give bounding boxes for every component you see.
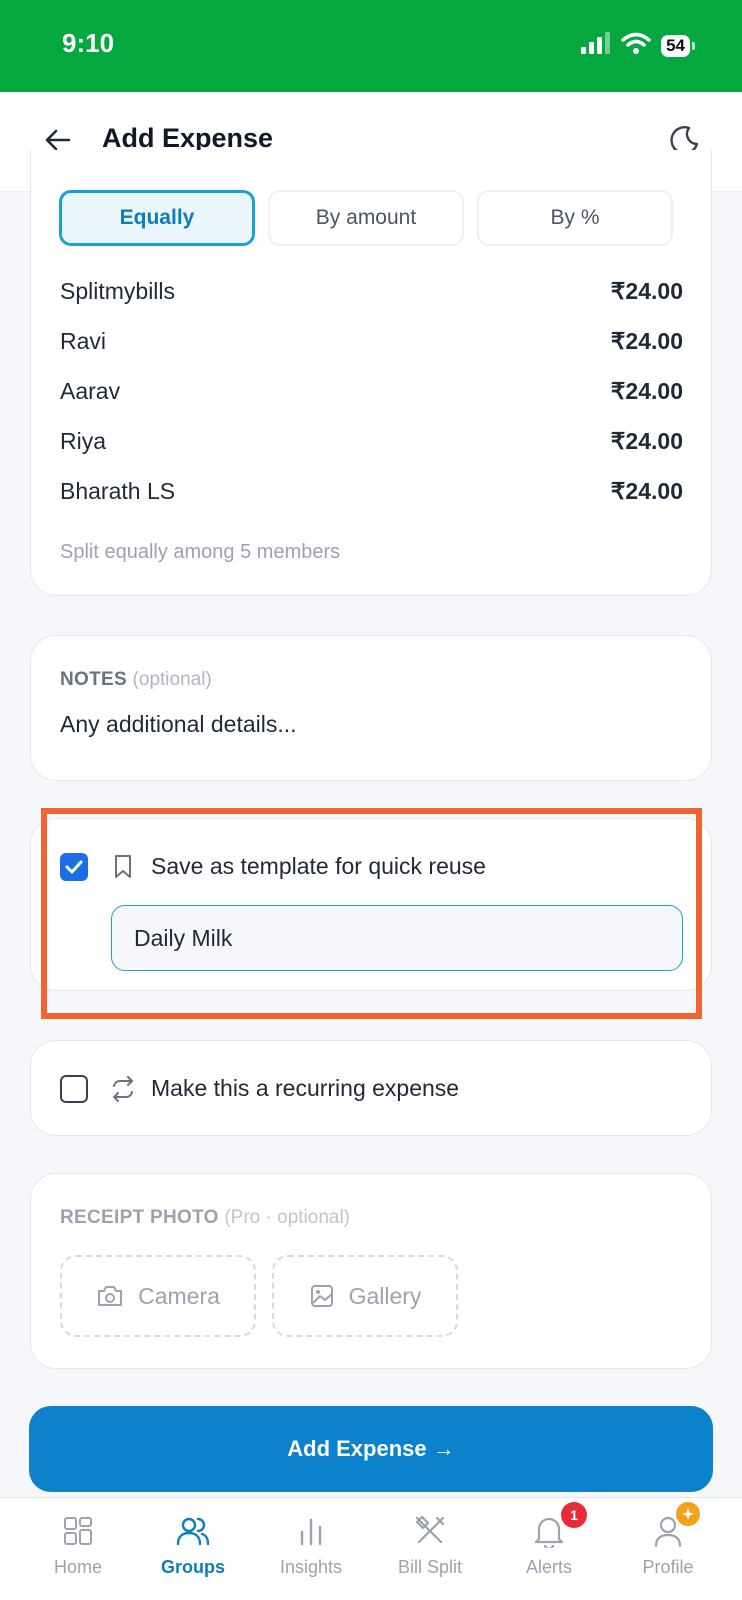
nav-label-alerts: Alerts [525, 1557, 572, 1577]
tab-equally[interactable]: Equally [59, 190, 255, 246]
template-name-input[interactable] [111, 905, 683, 971]
status-icons: 54 [581, 32, 695, 59]
template-label[interactable]: Save as template for quick reuse [151, 853, 486, 880]
utensils-icon [411, 1512, 449, 1550]
notes-label: NOTES (optional) [60, 669, 212, 691]
users-icon [174, 1512, 212, 1550]
tab-by-percent[interactable]: By % [477, 190, 673, 246]
notes-card: NOTES (optional) [30, 635, 712, 781]
checkmark-icon [65, 860, 83, 874]
nav-item-insights[interactable]: Insights [249, 1498, 373, 1600]
split-summary: Split equally among 5 members [60, 541, 341, 563]
nav-label-groups: Groups [160, 1557, 225, 1577]
add-expense-button[interactable]: Add Expense → [29, 1406, 713, 1492]
member-amount: ₹24.00 [610, 478, 683, 504]
nav-item-groups[interactable]: Groups [131, 1498, 255, 1600]
member-name: Riya [60, 428, 107, 454]
recurring-card: Make this a recurring expense [30, 1040, 712, 1136]
nav-item-profile[interactable]: Profile [606, 1498, 730, 1600]
nav-label-insights: Insights [279, 1557, 343, 1577]
nav-label-home: Home [53, 1557, 102, 1577]
wifi-icon [621, 32, 651, 59]
gallery-label: Gallery [348, 1282, 422, 1309]
receipt-qualifier: (Pro · optional) [224, 1207, 351, 1228]
bookmark-icon [111, 853, 135, 881]
recurring-label[interactable]: Make this a recurring expense [151, 1075, 459, 1102]
template-card: Save as template for quick reuse [30, 818, 712, 991]
battery-indicator: 54 [661, 34, 695, 57]
nav-item-bill-split[interactable]: Bill Split [368, 1498, 492, 1600]
camera-label: Camera [138, 1282, 220, 1309]
member-amount: ₹24.00 [610, 378, 683, 404]
member-row: Bharath LS ₹24.00 [60, 478, 683, 508]
member-name: Ravi [60, 328, 107, 354]
member-amount: ₹24.00 [610, 328, 683, 354]
member-name: Splitmybills [60, 278, 176, 304]
recurring-checkbox[interactable] [60, 1075, 88, 1103]
receipt-card: RECEIPT PHOTO (Pro · optional) Camera Ga… [30, 1173, 712, 1369]
member-name: Aarav [60, 378, 121, 404]
notes-label-text: NOTES [60, 669, 127, 690]
notes-input[interactable] [60, 711, 660, 738]
member-row: Ravi ₹24.00 [60, 328, 683, 358]
member-amount: ₹24.00 [610, 428, 683, 454]
nav-label-bill-split: Bill Split [397, 1557, 463, 1577]
receipt-label-text: RECEIPT PHOTO [60, 1207, 219, 1228]
notes-optional: (optional) [132, 669, 212, 690]
camera-icon [98, 1286, 123, 1306]
receipt-label: RECEIPT PHOTO (Pro · optional) [60, 1207, 350, 1229]
member-row: Aarav ₹24.00 [60, 378, 683, 408]
tab-by-amount[interactable]: By amount [268, 190, 464, 246]
status-bar: 9:10 54 [0, 0, 742, 92]
nav-item-home[interactable]: Home [16, 1498, 140, 1600]
gallery-button[interactable]: Gallery [272, 1255, 458, 1337]
member-row: Splitmybills ₹24.00 [60, 278, 683, 308]
home-grid-icon [59, 1512, 97, 1550]
member-amount: ₹24.00 [610, 278, 683, 304]
image-icon [310, 1285, 333, 1307]
repeat-icon [109, 1074, 137, 1104]
bar-chart-icon [292, 1512, 330, 1550]
status-time: 9:10 [62, 28, 115, 58]
sparkle-icon [676, 1502, 700, 1526]
member-row: Riya ₹24.00 [60, 428, 683, 458]
nav-label-profile: Profile [642, 1557, 694, 1577]
alerts-badge: 1 [561, 1502, 587, 1528]
nav-item-alerts[interactable]: 1 Alerts [487, 1498, 611, 1600]
signal-icon [581, 32, 611, 59]
bottom-nav: Home Groups Insights Bill Split 1 Alerts… [0, 1497, 742, 1600]
camera-button[interactable]: Camera [60, 1255, 256, 1337]
member-name: Bharath LS [60, 478, 176, 504]
template-checkbox[interactable] [60, 853, 88, 881]
split-card: Equally By amount By % Splitmybills ₹24.… [30, 150, 712, 596]
